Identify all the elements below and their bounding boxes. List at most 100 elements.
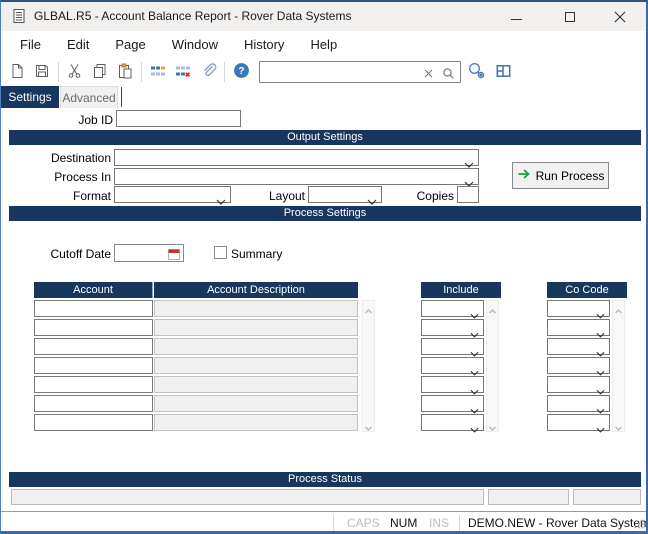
menu-help[interactable]: Help [297,32,350,57]
account-input[interactable] [34,300,153,317]
cut-button[interactable] [64,61,86,83]
search-box [259,61,461,83]
account-description-field [154,357,358,374]
account-input[interactable] [34,338,153,355]
include-select[interactable] [421,300,484,317]
co-code-select[interactable] [547,300,610,317]
close-button[interactable] [607,6,633,27]
co-code-select[interactable] [547,319,610,336]
new-document-button[interactable] [6,61,28,83]
account-input[interactable] [34,414,153,431]
scroll-down-icon[interactable] [488,420,497,429]
format-label: Format [21,189,111,203]
co-code-select[interactable] [547,338,610,355]
menu-file[interactable]: File [7,32,54,57]
include-select[interactable] [421,376,484,393]
include-column-header: Include [421,282,501,298]
help-button[interactable]: ? [230,61,252,83]
include-select[interactable] [421,414,484,431]
search-input[interactable] [263,63,418,81]
include-select[interactable] [421,319,484,336]
copy-button[interactable] [89,61,111,83]
job-id-label: Job ID [31,113,113,127]
clear-search-icon[interactable] [420,65,436,81]
cut-icon [67,63,83,82]
co-code-grid-scrollbar[interactable] [612,300,625,432]
account-description-field [154,376,358,393]
format-select[interactable] [114,186,231,203]
account-input[interactable] [34,395,153,412]
account-description-field [154,319,358,336]
account-input[interactable] [34,357,153,374]
account-grid-scrollbar[interactable] [362,300,375,432]
calendar-icon[interactable] [168,247,180,265]
menu-history[interactable]: History [231,32,297,57]
process-status-field [11,489,484,505]
destination-select[interactable] [114,149,479,166]
window-title: GLBAL.R5 - Account Balance Report - Rove… [34,9,351,23]
find-record-button[interactable] [465,61,487,83]
account-input[interactable] [34,376,153,393]
insert-detail-line-button[interactable] [147,61,169,83]
delete-detail-line-button[interactable] [172,61,194,83]
account-input[interactable] [34,319,153,336]
co-code-select[interactable] [547,395,610,412]
resize-grip[interactable] [634,518,644,532]
save-button[interactable] [31,61,53,83]
attachments-button[interactable] [197,61,219,83]
co-code-select[interactable] [547,357,610,374]
scroll-down-icon[interactable] [364,420,373,429]
account-description-field [154,414,358,431]
job-id-input[interactable] [116,110,241,127]
scroll-up-icon[interactable] [614,303,623,312]
insert-detail-line-icon [150,63,166,82]
window-layout-button[interactable] [492,61,514,83]
search-icon[interactable] [440,65,456,81]
table-row [1,338,646,355]
status-separator [459,515,460,531]
run-process-label: Run Process [536,169,605,183]
account-description-column-header: Account Description [154,282,358,298]
table-row [1,414,646,431]
tab-strip: Settings Advanced [1,86,646,108]
paste-button[interactable] [114,61,136,83]
menu-window[interactable]: Window [159,32,231,57]
copies-input[interactable] [457,186,479,203]
minimize-button[interactable] [503,6,529,27]
include-select[interactable] [421,357,484,374]
caps-indicator: CAPS [347,516,380,530]
cutoff-date-input[interactable] [114,244,184,262]
maximize-button[interactable] [557,6,583,27]
find-record-icon [467,62,486,82]
include-select[interactable] [421,338,484,355]
tab-settings[interactable]: Settings [1,86,59,108]
process-in-label: Process In [21,170,111,184]
co-code-select[interactable] [547,414,610,431]
account-column-header: Account [34,282,153,298]
menu-page[interactable]: Page [102,32,158,57]
include-select[interactable] [421,395,484,412]
document-icon [11,8,27,24]
scroll-up-icon[interactable] [488,303,497,312]
scroll-down-icon[interactable] [614,420,623,429]
chevron-down-icon [470,420,479,438]
output-settings-header: Output Settings [9,130,641,145]
table-row [1,395,646,412]
tab-advanced[interactable]: Advanced [60,86,118,108]
num-indicator: NUM [390,516,417,530]
scroll-up-icon[interactable] [364,303,373,312]
process-in-select[interactable] [114,168,479,185]
app-window: GLBAL.R5 - Account Balance Report - Rove… [0,0,648,534]
toolbar: ? [1,58,646,86]
layout-select[interactable] [308,186,382,203]
session-label: DEMO.NEW - Rover Data Systems [468,516,648,530]
menu-edit[interactable]: Edit [54,32,102,57]
run-process-button[interactable]: Run Process [512,162,609,189]
delete-detail-line-icon [175,63,191,82]
window-layout-icon [495,63,512,82]
co-code-select[interactable] [547,376,610,393]
new-document-icon [9,63,25,82]
include-grid-scrollbar[interactable] [486,300,499,432]
copies-label: Copies [391,189,454,203]
summary-checkbox[interactable] [214,246,227,259]
